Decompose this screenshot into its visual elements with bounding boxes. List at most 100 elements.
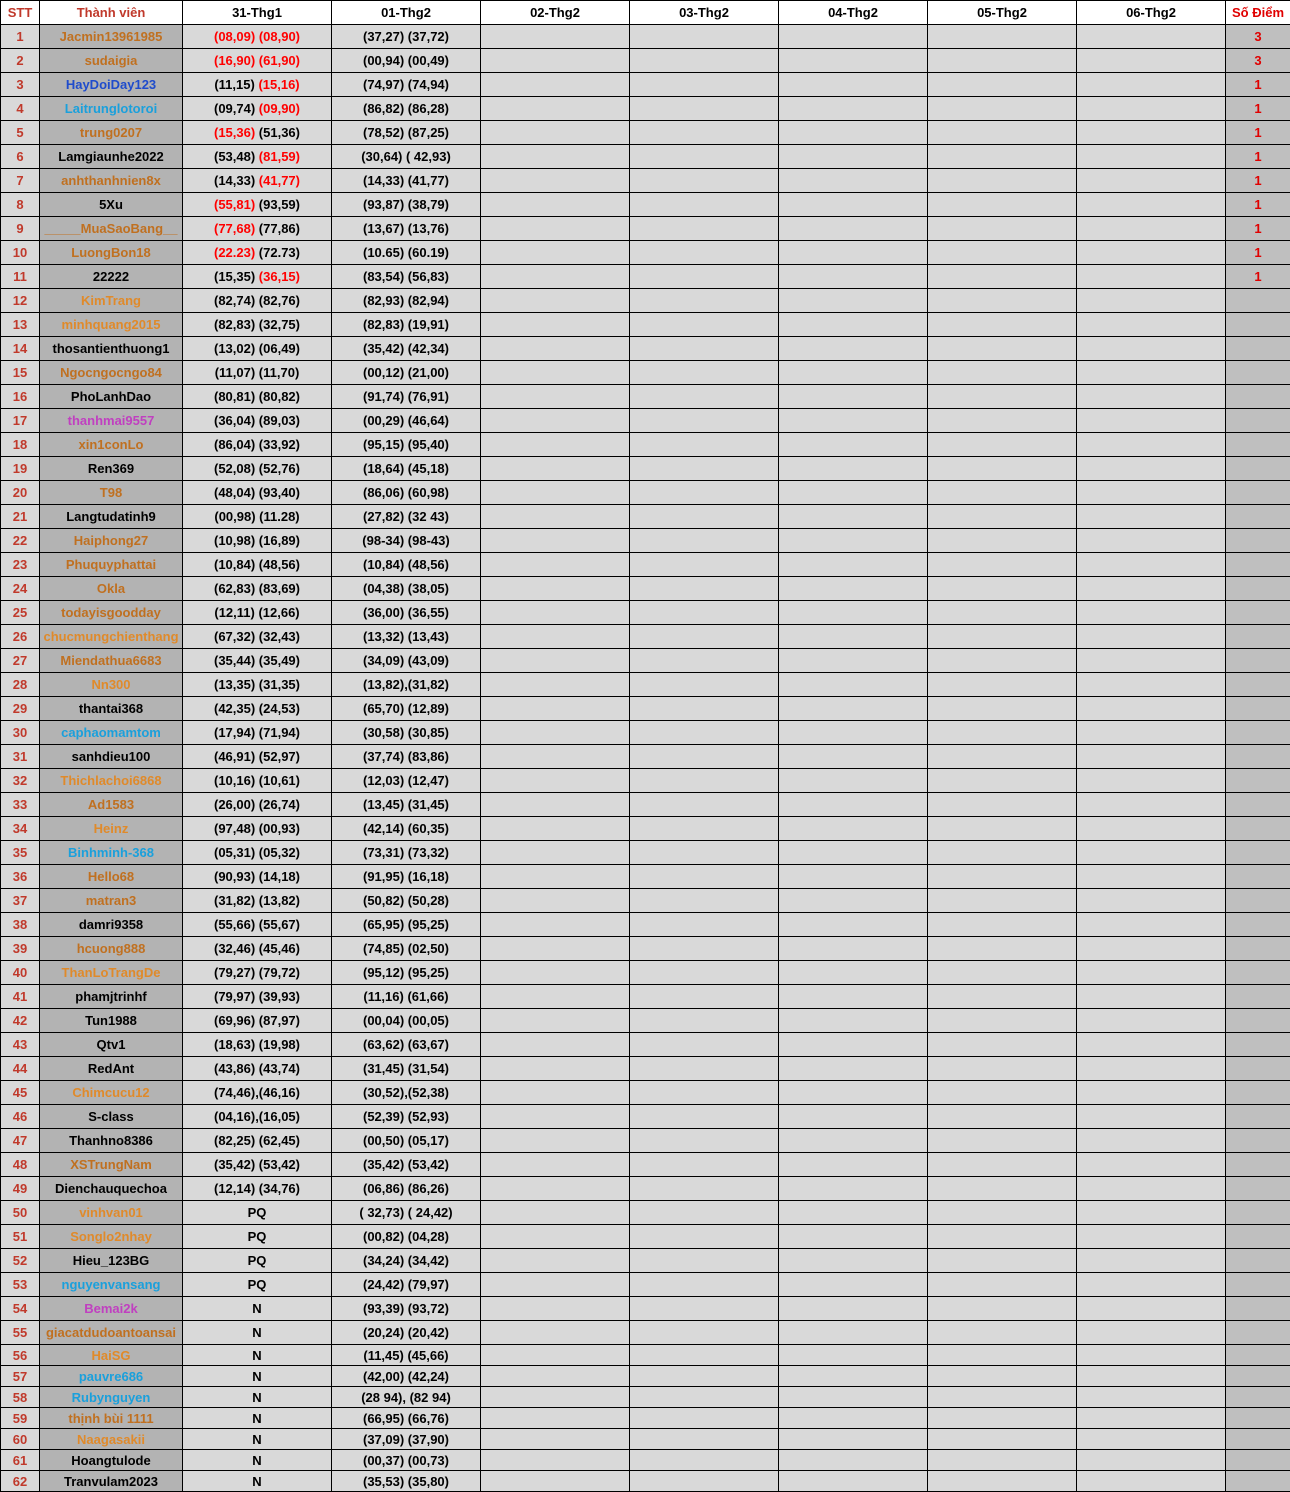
day-06-thg2-cell[interactable] [1077, 457, 1226, 481]
row-stt-cell[interactable]: 42 [1, 1009, 40, 1033]
member-name-cell[interactable]: Naagasakii [40, 1429, 183, 1450]
points-cell[interactable] [1226, 625, 1290, 649]
day-04-thg2-cell[interactable] [779, 265, 928, 289]
row-stt-cell[interactable]: 58 [1, 1387, 40, 1408]
day-03-thg2-cell[interactable] [630, 1273, 779, 1297]
member-name-cell[interactable]: Binhminh-368 [40, 841, 183, 865]
day-02-thg2-cell[interactable] [481, 1450, 630, 1471]
day-01-thg2-cell[interactable]: (00,82) (04,28) [332, 1225, 481, 1249]
day-06-thg2-cell[interactable] [1077, 241, 1226, 265]
day-06-thg2-cell[interactable] [1077, 697, 1226, 721]
day-31-thg1-cell[interactable]: (86,04) (33,92) [183, 433, 332, 457]
day-06-thg2-cell[interactable] [1077, 1387, 1226, 1408]
row-stt-cell[interactable]: 32 [1, 769, 40, 793]
day-31-thg1-cell[interactable]: (16,90) (61,90) [183, 49, 332, 73]
day-06-thg2-cell[interactable] [1077, 1201, 1226, 1225]
row-stt-cell[interactable]: 24 [1, 577, 40, 601]
day-03-thg2-cell[interactable] [630, 1297, 779, 1321]
day-01-thg2-cell[interactable]: (10.65) (60.19) [332, 241, 481, 265]
points-cell[interactable] [1226, 481, 1290, 505]
points-cell[interactable] [1226, 793, 1290, 817]
day-05-thg2-cell[interactable] [928, 1225, 1077, 1249]
day-02-thg2-cell[interactable] [481, 553, 630, 577]
day-04-thg2-cell[interactable] [779, 817, 928, 841]
day-02-thg2-cell[interactable] [481, 817, 630, 841]
row-stt-cell[interactable]: 31 [1, 745, 40, 769]
day-03-thg2-cell[interactable] [630, 481, 779, 505]
day-03-thg2-cell[interactable] [630, 289, 779, 313]
day-02-thg2-cell[interactable] [481, 433, 630, 457]
day-06-thg2-cell[interactable] [1077, 1297, 1226, 1321]
member-name-cell[interactable]: Bemai2k [40, 1297, 183, 1321]
points-cell[interactable] [1226, 1105, 1290, 1129]
day-01-thg2-cell[interactable]: (37,27) (37,72) [332, 25, 481, 49]
member-name-cell[interactable]: Miendathua6683 [40, 649, 183, 673]
member-name-cell[interactable]: LuongBon18 [40, 241, 183, 265]
day-04-thg2-cell[interactable] [779, 121, 928, 145]
row-stt-cell[interactable]: 61 [1, 1450, 40, 1471]
day-06-thg2-cell[interactable] [1077, 1153, 1226, 1177]
day-02-thg2-cell[interactable] [481, 313, 630, 337]
member-name-cell[interactable]: Hello68 [40, 865, 183, 889]
member-name-cell[interactable]: thanhmai9557 [40, 409, 183, 433]
day-04-thg2-cell[interactable] [779, 49, 928, 73]
day-31-thg1-cell[interactable]: (18,63) (19,98) [183, 1033, 332, 1057]
member-name-cell[interactable]: HaiSG [40, 1345, 183, 1366]
day-06-thg2-cell[interactable] [1077, 601, 1226, 625]
day-04-thg2-cell[interactable] [779, 961, 928, 985]
day-02-thg2-cell[interactable] [481, 1105, 630, 1129]
day-06-thg2-cell[interactable] [1077, 625, 1226, 649]
row-stt-cell[interactable]: 52 [1, 1249, 40, 1273]
day-05-thg2-cell[interactable] [928, 1129, 1077, 1153]
row-stt-cell[interactable]: 37 [1, 889, 40, 913]
day-01-thg2-cell[interactable]: (35,53) (35,80) [332, 1471, 481, 1492]
day-02-thg2-cell[interactable] [481, 1387, 630, 1408]
day-31-thg1-cell[interactable]: (35,42) (53,42) [183, 1153, 332, 1177]
day-04-thg2-cell[interactable] [779, 1009, 928, 1033]
day-31-thg1-cell[interactable]: N [183, 1345, 332, 1366]
day-05-thg2-cell[interactable] [928, 1297, 1077, 1321]
day-02-thg2-cell[interactable] [481, 337, 630, 361]
day-06-thg2-cell[interactable] [1077, 961, 1226, 985]
day-02-thg2-cell[interactable] [481, 889, 630, 913]
day-02-thg2-cell[interactable] [481, 193, 630, 217]
day-02-thg2-cell[interactable] [481, 1471, 630, 1492]
row-stt-cell[interactable]: 8 [1, 193, 40, 217]
day-02-thg2-cell[interactable] [481, 289, 630, 313]
day-01-thg2-cell[interactable]: (00,04) (00,05) [332, 1009, 481, 1033]
points-cell[interactable] [1226, 1429, 1290, 1450]
points-cell[interactable]: 1 [1226, 241, 1290, 265]
points-cell[interactable]: 1 [1226, 265, 1290, 289]
member-name-cell[interactable]: nguyenvansang [40, 1273, 183, 1297]
day-02-thg2-cell[interactable] [481, 937, 630, 961]
day-05-thg2-cell[interactable] [928, 1429, 1077, 1450]
day-31-thg1-cell[interactable]: N [183, 1408, 332, 1429]
row-stt-cell[interactable]: 9 [1, 217, 40, 241]
member-name-cell[interactable]: KimTrang [40, 289, 183, 313]
row-stt-cell[interactable]: 39 [1, 937, 40, 961]
day-04-thg2-cell[interactable] [779, 1387, 928, 1408]
day-03-thg2-cell[interactable] [630, 697, 779, 721]
day-05-thg2-cell[interactable] [928, 793, 1077, 817]
day-31-thg1-cell[interactable]: (55,81) (93,59) [183, 193, 332, 217]
day-02-thg2-cell[interactable] [481, 529, 630, 553]
row-stt-cell[interactable]: 55 [1, 1321, 40, 1345]
day-04-thg2-cell[interactable] [779, 1033, 928, 1057]
day-06-thg2-cell[interactable] [1077, 1105, 1226, 1129]
day-03-thg2-cell[interactable] [630, 961, 779, 985]
day-06-thg2-cell[interactable] [1077, 1408, 1226, 1429]
member-name-cell[interactable]: caphaomamtom [40, 721, 183, 745]
points-cell[interactable] [1226, 289, 1290, 313]
day-03-thg2-cell[interactable] [630, 265, 779, 289]
day-05-thg2-cell[interactable] [928, 937, 1077, 961]
day-31-thg1-cell[interactable]: (31,82) (13,82) [183, 889, 332, 913]
points-cell[interactable] [1226, 361, 1290, 385]
day-31-thg1-cell[interactable]: (15,35) (36,15) [183, 265, 332, 289]
day-03-thg2-cell[interactable] [630, 577, 779, 601]
day-05-thg2-cell[interactable] [928, 1009, 1077, 1033]
day-02-thg2-cell[interactable] [481, 457, 630, 481]
day-04-thg2-cell[interactable] [779, 697, 928, 721]
row-stt-cell[interactable]: 16 [1, 385, 40, 409]
member-name-cell[interactable]: vinhvan01 [40, 1201, 183, 1225]
day-04-thg2-cell[interactable] [779, 73, 928, 97]
